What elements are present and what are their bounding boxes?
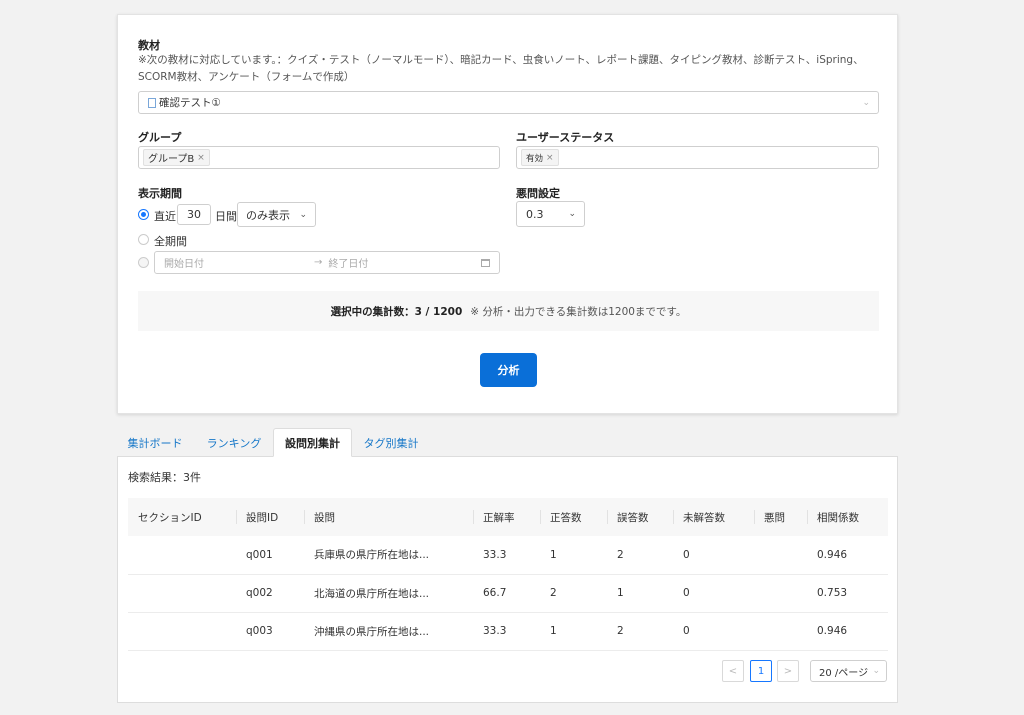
col-unanswered[interactable]: 未解答数 <box>673 498 754 536</box>
cell-question-id: q001 <box>236 536 304 575</box>
material-note: ※次の教材に対応しています。：クイズ・テスト（ノーマルモード）、暗記カード、虫食… <box>138 54 864 83</box>
radio-all[interactable] <box>138 234 149 245</box>
cell-section-id <box>128 574 236 613</box>
cell-correct-count: 1 <box>540 612 607 651</box>
material-value: 確認テスト① <box>159 97 221 109</box>
cell-bad-question <box>754 536 807 575</box>
analyze-button[interactable]: 分析 <box>480 353 537 387</box>
next-page-button[interactable]: > <box>777 660 799 682</box>
col-question-id[interactable]: 設問ID <box>236 498 304 536</box>
end-date-input[interactable]: 終了日付 <box>328 255 368 270</box>
bad-question-label: 悪問設定 <box>516 187 560 200</box>
radio-custom[interactable] <box>138 257 149 268</box>
cell-correlation: 0.946 <box>807 612 888 651</box>
period-all-label: 全期間 <box>154 235 187 248</box>
period-recent-prefix: 直近 <box>154 210 176 223</box>
cell-correct-rate: 33.3 <box>473 612 540 651</box>
table-row[interactable]: q002 北海道の県庁所在地は... 66.7 2 1 0 0.753 <box>128 574 888 613</box>
results-panel: 検索結果：3件 セクションID 設問ID 設問 正解率 正答数 誤答数 未解答数… <box>117 456 898 703</box>
tab-by-question[interactable]: 設問別集計 <box>273 428 352 457</box>
cell-question: 兵庫県の県庁所在地は... <box>304 536 473 575</box>
range-arrow: → <box>314 257 323 268</box>
cell-section-id <box>128 536 236 575</box>
cell-wrong-count: 1 <box>607 574 673 613</box>
cell-correct-count: 2 <box>540 574 607 613</box>
radio-recent[interactable] <box>138 209 149 220</box>
result-count: 検索結果：3件 <box>128 471 201 484</box>
cell-bad-question <box>754 612 807 651</box>
period-unit: 日間 <box>215 210 237 223</box>
bad-question-value: 0.3 <box>526 207 544 221</box>
cell-wrong-count: 2 <box>607 536 673 575</box>
cell-unanswered: 0 <box>673 612 754 651</box>
chevron-down-icon: ⌄ <box>872 666 880 676</box>
filter-card: 教材 ※次の教材に対応しています。：クイズ・テスト（ノーマルモード）、暗記カード… <box>117 14 898 414</box>
results-table: セクションID 設問ID 設問 正解率 正答数 誤答数 未解答数 悪問 相関係数… <box>128 498 888 651</box>
cell-wrong-count: 2 <box>607 612 673 651</box>
period-days-input[interactable]: 30 <box>177 204 211 225</box>
table-row[interactable]: q003 沖縄県の県庁所在地は... 33.3 1 2 0 0.946 <box>128 612 888 651</box>
bad-question-select[interactable]: 0.3 ⌄ <box>516 201 585 227</box>
col-correct-rate[interactable]: 正解率 <box>473 498 540 536</box>
close-icon[interactable]: × <box>546 153 554 163</box>
period-mode-select[interactable]: のみ表示 ⌄ <box>237 202 316 227</box>
col-question[interactable]: 設問 <box>304 498 473 536</box>
chevron-down-icon: ⌄ <box>862 97 870 108</box>
table-row[interactable]: q001 兵庫県の県庁所在地は... 33.3 1 2 0 0.946 <box>128 536 888 575</box>
col-correct-count[interactable]: 正答数 <box>540 498 607 536</box>
chevron-down-icon: ⌄ <box>299 209 307 220</box>
page-size-select[interactable]: 20 /ページ ⌄ <box>810 660 887 682</box>
cell-unanswered: 0 <box>673 574 754 613</box>
prev-page-button[interactable]: < <box>722 660 744 682</box>
user-status-label: ユーザーステータス <box>516 131 615 144</box>
cell-question: 北海道の県庁所在地は... <box>304 574 473 613</box>
cell-unanswered: 0 <box>673 536 754 575</box>
col-section-id[interactable]: セクションID <box>128 498 236 536</box>
col-wrong-count[interactable]: 誤答数 <box>607 498 673 536</box>
cell-section-id <box>128 612 236 651</box>
selected-count-bar: 選択中の集計数：3 / 1200 ※ 分析・出力できる集計数は1200までです。 <box>138 291 879 331</box>
cell-question: 沖縄県の県庁所在地は... <box>304 612 473 651</box>
group-label: グループ <box>138 131 182 144</box>
material-select[interactable]: 確認テスト① ⌄ <box>138 91 879 114</box>
tab-dashboard[interactable]: 集計ボード <box>117 428 193 457</box>
user-status-select[interactable]: 有効 × <box>516 146 879 169</box>
material-label: 教材 <box>138 39 160 52</box>
cell-correlation: 0.753 <box>807 574 888 613</box>
col-correlation[interactable]: 相関係数 <box>807 498 888 536</box>
tab-ranking[interactable]: ランキング <box>201 428 267 457</box>
group-tag: グループB × <box>143 149 210 166</box>
page-1-button[interactable]: 1 <box>750 660 772 682</box>
period-mode-value: のみ表示 <box>246 208 290 222</box>
cell-correlation: 0.946 <box>807 536 888 575</box>
user-status-tag-label: 有効 <box>526 153 544 164</box>
date-range-picker[interactable]: 開始日付 → 終了日付 <box>154 251 500 274</box>
period-label: 表示期間 <box>138 187 182 200</box>
document-icon <box>148 97 156 108</box>
start-date-input[interactable]: 開始日付 <box>164 255 314 270</box>
cell-correct-rate: 33.3 <box>473 536 540 575</box>
chevron-down-icon: ⌄ <box>568 209 576 219</box>
cell-question-id: q002 <box>236 574 304 613</box>
tab-by-tag[interactable]: タグ別集計 <box>356 428 426 457</box>
selected-count-text: 選択中の集計数：3 / 1200 <box>330 305 463 318</box>
cell-correct-count: 1 <box>540 536 607 575</box>
selected-count-note: ※ 分析・出力できる集計数は1200までです。 <box>470 305 687 318</box>
calendar-icon <box>481 259 490 267</box>
close-icon[interactable]: × <box>197 153 205 163</box>
group-select[interactable]: グループB × <box>138 146 500 169</box>
page-size-value: 20 /ページ <box>819 667 869 679</box>
cell-question-id: q003 <box>236 612 304 651</box>
col-bad-question[interactable]: 悪問 <box>754 498 807 536</box>
user-status-tag: 有効 × <box>521 149 559 166</box>
cell-bad-question <box>754 574 807 613</box>
cell-correct-rate: 66.7 <box>473 574 540 613</box>
group-tag-label: グループB <box>148 154 195 165</box>
